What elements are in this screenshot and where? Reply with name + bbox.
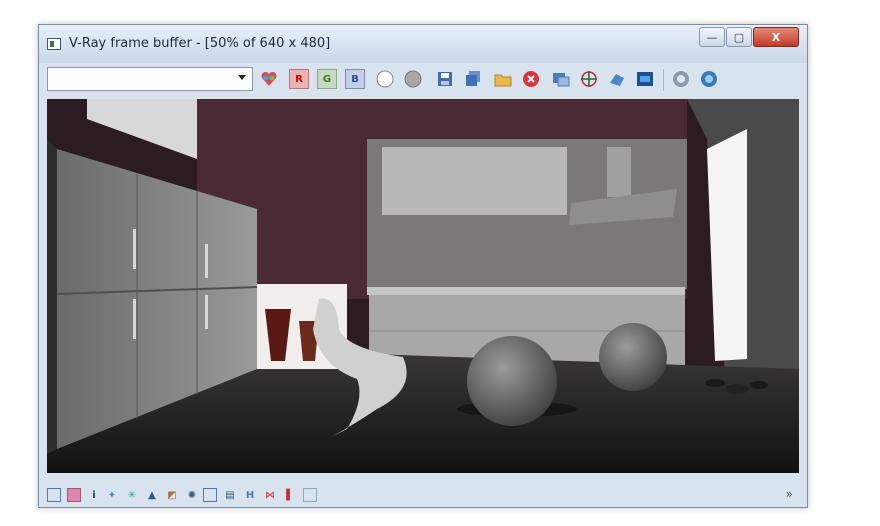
blue-channel-icon[interactable]: B	[345, 69, 365, 89]
vray-frame-buffer-window: V-Ray frame buffer - [50% of 640 x 480] …	[38, 24, 808, 508]
render-last-icon[interactable]	[635, 69, 655, 89]
clear-image-icon[interactable]	[521, 69, 541, 89]
save-all-icon[interactable]	[463, 69, 483, 89]
expand-panel-button[interactable]: »	[786, 487, 793, 501]
monochrome-icon[interactable]	[403, 69, 423, 89]
color-corrections-icon[interactable]	[259, 69, 279, 89]
color-clamp-icon[interactable]: ✳	[125, 488, 139, 502]
lens-icon[interactable]	[303, 488, 317, 502]
vfb-history-icon[interactable]	[671, 69, 691, 89]
minimize-button[interactable]: —	[699, 27, 725, 47]
green-channel-icon[interactable]: G	[317, 69, 337, 89]
lens-effects-icon[interactable]	[699, 69, 719, 89]
window-controls: — ▢ X	[698, 27, 799, 47]
maximize-button[interactable]: ▢	[726, 27, 752, 47]
status-bar: i ✦ ✳ ▲ ◩ ✺ ▤ H ⋈ ▌ »	[45, 485, 801, 505]
window-title: V-Ray frame buffer - [50% of 640 x 480]	[69, 36, 331, 51]
ab-compare-icon[interactable]: ⋈	[263, 488, 277, 502]
duplicate-icon[interactable]	[551, 69, 571, 89]
region-render-icon[interactable]	[607, 69, 627, 89]
rendered-image	[47, 99, 799, 473]
red-channel-icon[interactable]: R	[289, 69, 309, 89]
channel-dropdown[interactable]	[47, 67, 253, 91]
load-image-icon[interactable]	[493, 69, 513, 89]
sRGB-icon[interactable]: ✦	[105, 488, 119, 502]
track-mouse-icon[interactable]	[579, 69, 599, 89]
save-image-icon[interactable]	[435, 69, 455, 89]
pixel-info-icon[interactable]	[203, 488, 217, 502]
chevron-down-icon	[238, 75, 246, 80]
toolbar: R G B	[45, 65, 801, 95]
app-icon	[47, 38, 61, 50]
render-viewport[interactable]	[47, 99, 799, 473]
lut-icon[interactable]	[67, 488, 81, 502]
levels-icon[interactable]: ▲	[145, 488, 159, 502]
display-correction-icon[interactable]	[47, 488, 61, 502]
alpha-channel-icon[interactable]	[375, 69, 395, 89]
title-bar[interactable]: V-Ray frame buffer - [50% of 640 x 480] …	[39, 25, 807, 63]
exposure-icon[interactable]: ✺	[185, 488, 199, 502]
info-icon[interactable]: i	[87, 488, 101, 502]
close-button[interactable]: X	[753, 27, 799, 47]
stamp-icon[interactable]: ▌	[283, 488, 297, 502]
toolbar-separator	[663, 69, 664, 91]
histogram-icon[interactable]: H	[243, 488, 257, 502]
compare-icon[interactable]: ▤	[223, 488, 237, 502]
curves-icon[interactable]: ◩	[165, 488, 179, 502]
